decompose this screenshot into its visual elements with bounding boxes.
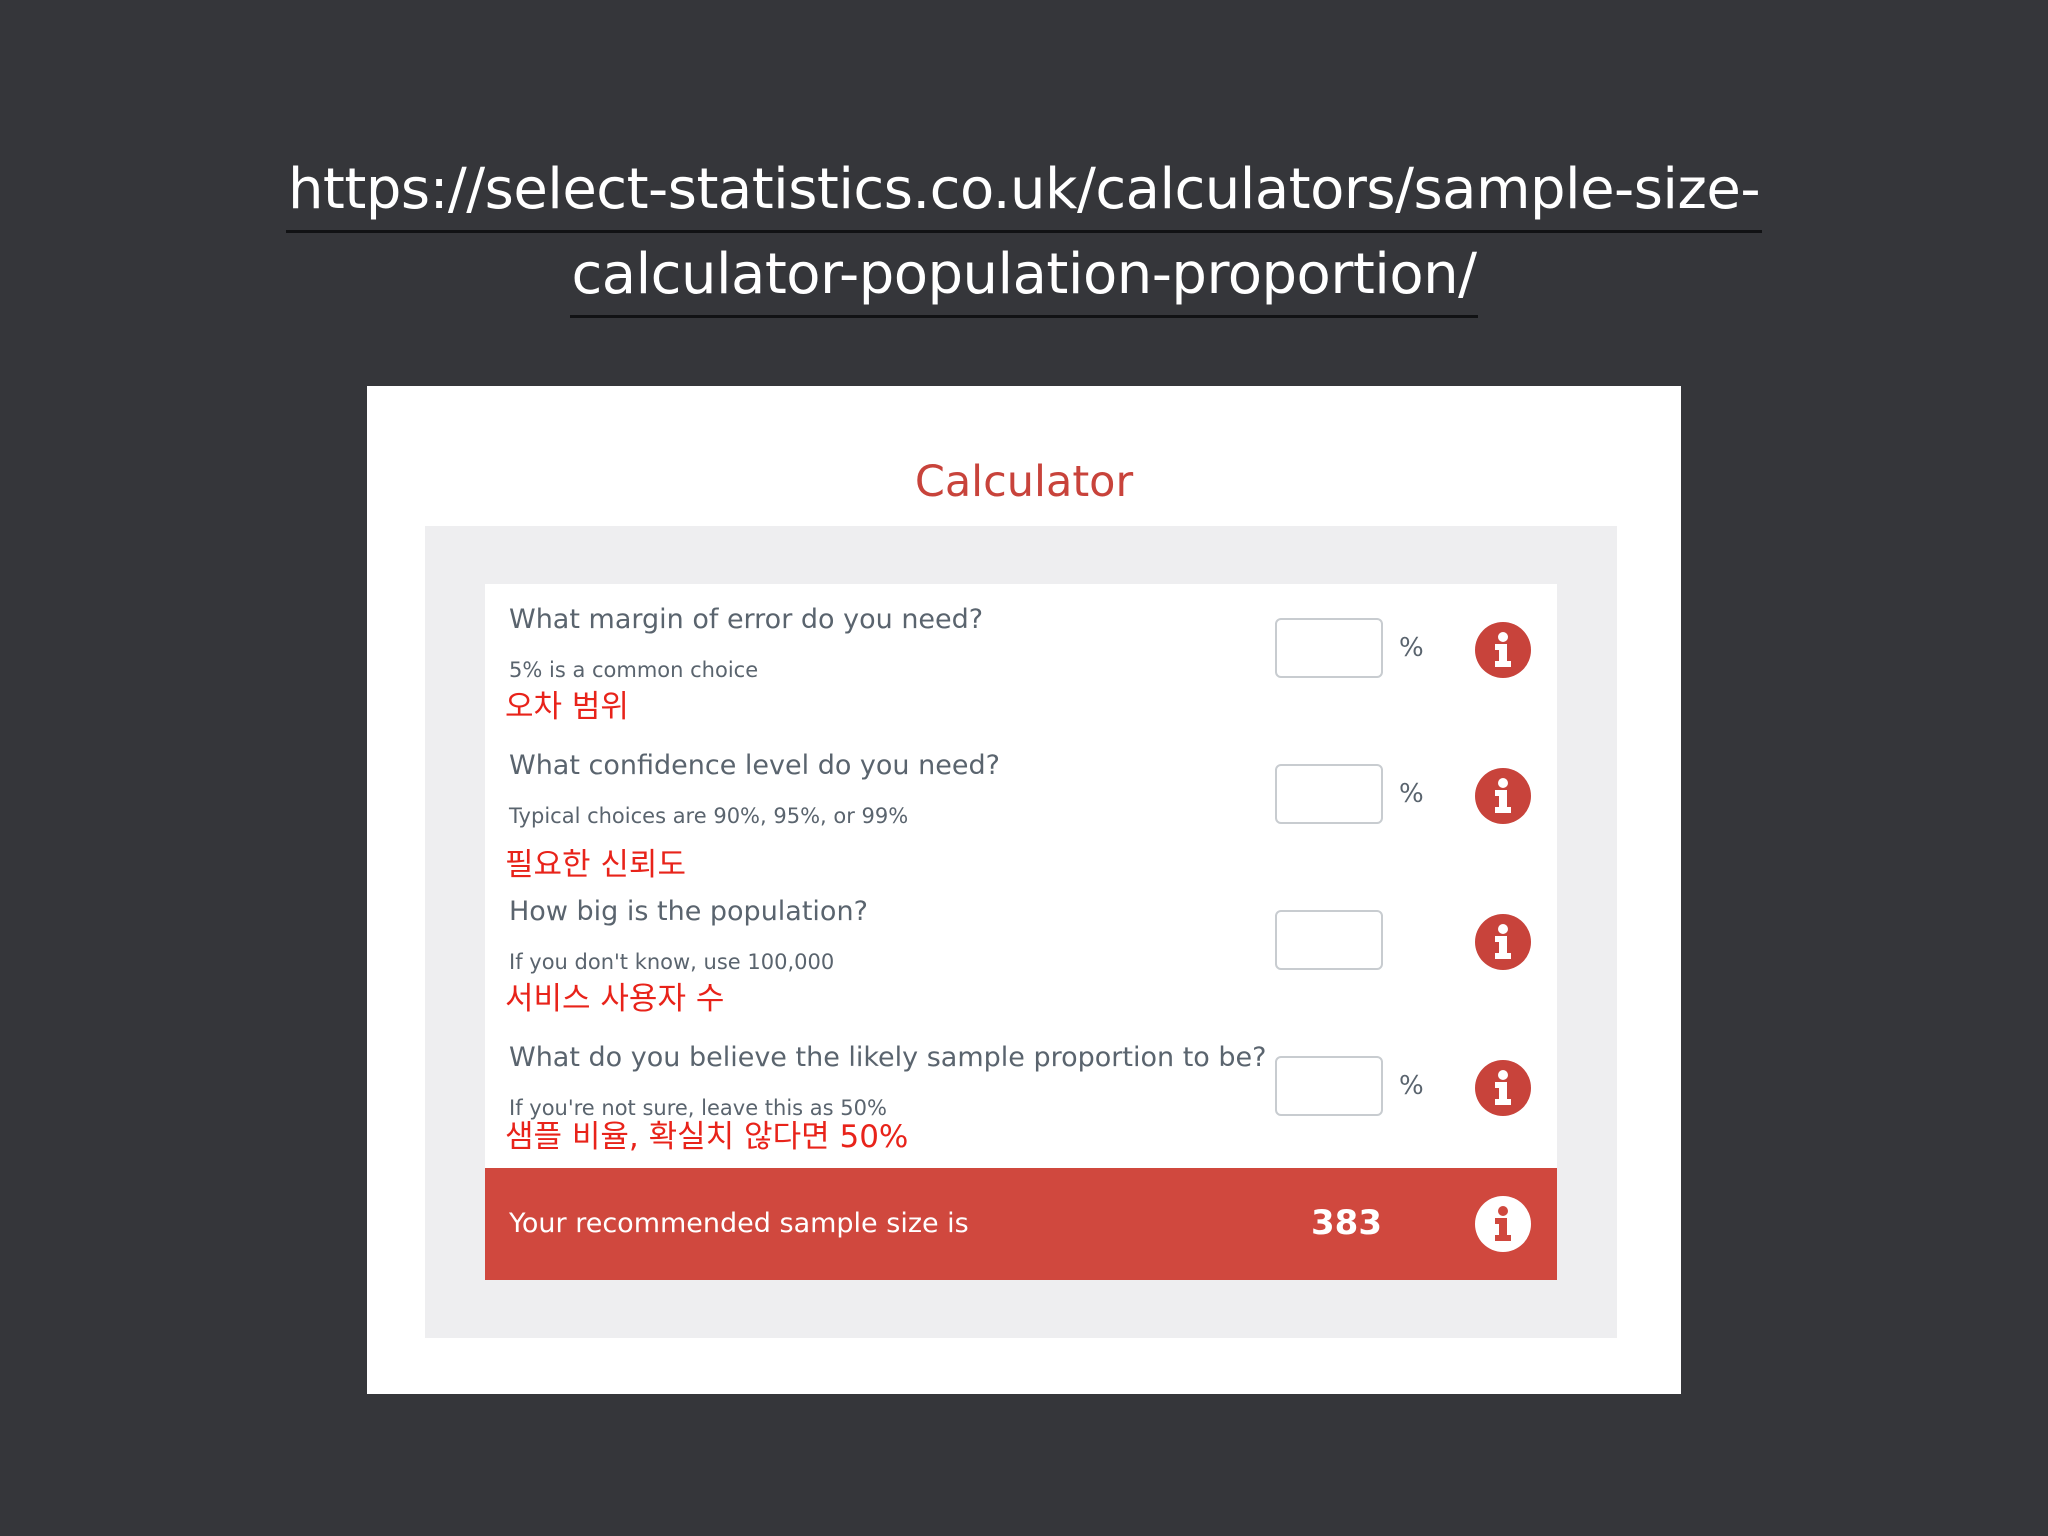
calculator-form: What margin of error do you need? 5% is …	[485, 584, 1557, 1280]
margin-of-error-row: What margin of error do you need? 5% is …	[485, 584, 1557, 730]
calculator-screenshot-panel: Calculator What margin of error do you n…	[367, 386, 1681, 1394]
info-icon[interactable]	[1475, 1196, 1531, 1252]
url-link-line-1[interactable]: https://select-statistics.co.uk/calculat…	[285, 150, 1763, 233]
result-bar: Your recommended sample size is 383	[485, 1168, 1557, 1280]
url-link-line-2[interactable]: calculator-population-proportion/	[569, 235, 1479, 318]
info-icon[interactable]	[1475, 622, 1531, 678]
info-icon[interactable]	[1475, 914, 1531, 970]
population-size-row: How big is the population? If you don't …	[485, 876, 1557, 1022]
question-hint: 5% is a common choice	[509, 658, 759, 682]
question-label: How big is the population?	[509, 896, 868, 927]
confidence-level-row: What confidence level do you need? Typic…	[485, 730, 1557, 883]
percent-unit: %	[1399, 633, 1424, 663]
calculator-title: Calculator	[914, 457, 1134, 507]
question-label: What confidence level do you need?	[509, 750, 1000, 781]
result-label: Your recommended sample size is	[509, 1208, 969, 1239]
question-label: What margin of error do you need?	[509, 604, 984, 635]
margin-of-error-input[interactable]	[1275, 618, 1383, 678]
percent-unit: %	[1399, 1071, 1424, 1101]
recommended-sample-size: 383	[1311, 1203, 1382, 1243]
sample-proportion-row: What do you believe the likely sample pr…	[485, 1022, 1557, 1168]
percent-unit: %	[1399, 779, 1424, 809]
confidence-level-input[interactable]	[1275, 764, 1383, 824]
korean-annotation: 서비스 사용자 수	[505, 981, 725, 1017]
korean-annotation: 샘플 비율, 확실치 않다면 50%	[505, 1119, 909, 1155]
info-icon[interactable]	[1475, 768, 1531, 824]
korean-annotation: 오차 범위	[505, 689, 629, 725]
sample-proportion-input[interactable]	[1275, 1056, 1383, 1116]
info-icon[interactable]	[1475, 1060, 1531, 1116]
population-size-input[interactable]	[1275, 910, 1383, 970]
url-heading: https://select-statistics.co.uk/calculat…	[0, 148, 2048, 318]
question-hint: If you don't know, use 100,000	[509, 950, 835, 974]
question-hint: Typical choices are 90%, 95%, or 99%	[509, 804, 909, 828]
question-label: What do you believe the likely sample pr…	[509, 1042, 1267, 1073]
